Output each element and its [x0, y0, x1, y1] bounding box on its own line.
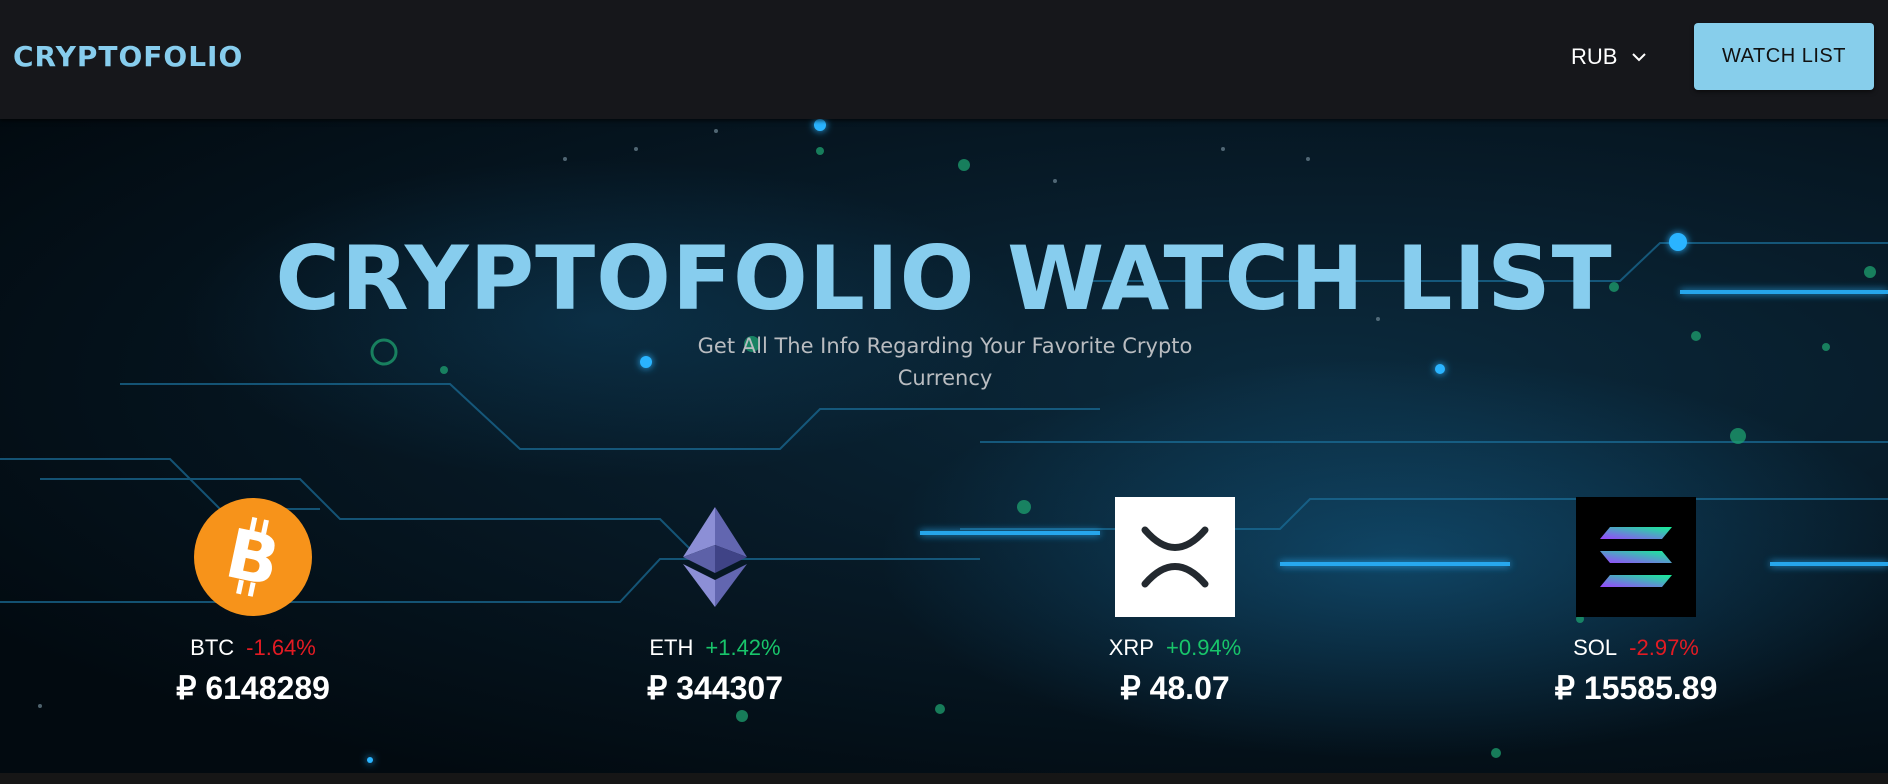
coin-price: ₽ 6148289	[176, 670, 330, 706]
bitcoin-icon: B	[193, 497, 313, 617]
coin-symbol: SOL	[1573, 635, 1618, 660]
hero-banner: CRYPTOFOLIO WATCH LIST Get All The Info …	[0, 119, 1888, 773]
page-bottom-strip	[0, 773, 1888, 784]
coin-symbol: BTC	[190, 635, 235, 660]
chevron-down-icon	[1632, 53, 1647, 62]
coin-card-eth[interactable]: ETH +1.42% ₽ 344307	[565, 497, 865, 707]
hero-subtitle: Get All The Info Regarding Your Favorite…	[697, 334, 1193, 390]
coin-card-xrp[interactable]: XRP +0.94% ₽ 48.07	[1025, 497, 1325, 707]
coin-card-btc[interactable]: B BTC -1.64% ₽ 6148289	[103, 497, 403, 707]
currency-select[interactable]: RUB	[1571, 44, 1647, 70]
coin-price: ₽ 15585.89	[1554, 670, 1718, 706]
currency-value: RUB	[1571, 44, 1618, 69]
coin-change: +1.42%	[705, 635, 781, 660]
coin-change: +0.94%	[1166, 635, 1242, 660]
coin-card-sol[interactable]: SOL -2.97% ₽ 15585.89	[1486, 497, 1786, 707]
watch-list-button[interactable]: WATCH LIST	[1694, 23, 1874, 90]
coin-change: -1.64%	[246, 635, 316, 660]
top-navbar: CRYPTOFOLIO RUB WATCH LIST	[0, 0, 1888, 119]
coin-change: -2.97%	[1629, 635, 1699, 660]
coin-symbol: ETH	[649, 635, 694, 660]
coin-symbol: XRP	[1108, 635, 1154, 660]
brand-logo[interactable]: CRYPTOFOLIO	[13, 40, 243, 73]
ethereum-icon	[655, 497, 775, 617]
solana-icon	[1576, 497, 1696, 617]
hero-title: CRYPTOFOLIO WATCH LIST	[275, 227, 1613, 330]
coin-price: ₽ 48.07	[1120, 670, 1230, 706]
xrp-icon	[1115, 497, 1235, 617]
coin-price: ₽ 344307	[646, 670, 784, 706]
